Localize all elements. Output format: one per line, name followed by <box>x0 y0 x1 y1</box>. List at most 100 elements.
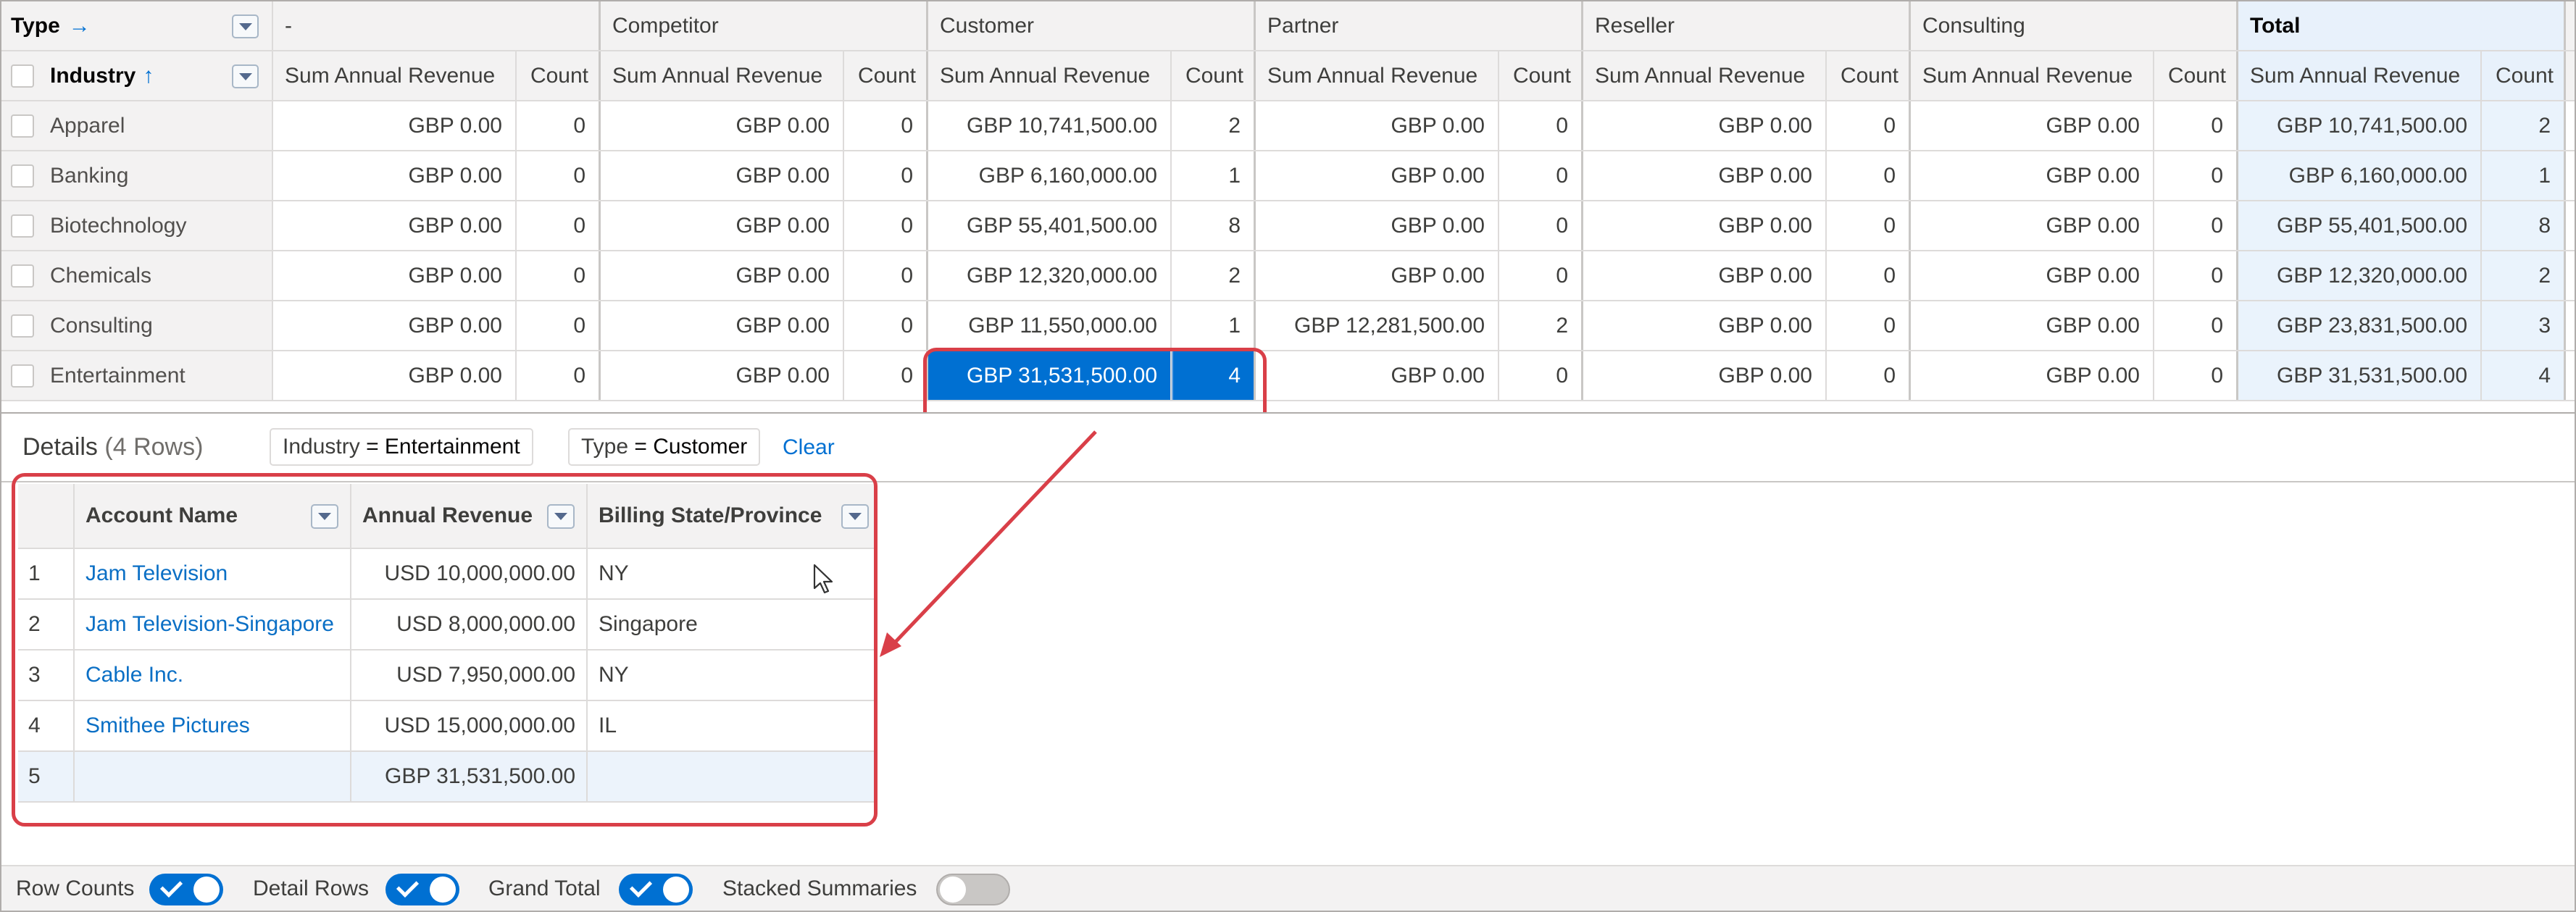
count-header[interactable]: Count <box>517 51 601 100</box>
row-checkbox[interactable] <box>11 264 34 288</box>
annual-revenue-column-header[interactable]: Annual Revenue <box>351 484 588 548</box>
count-cell[interactable]: 0 <box>1827 151 1911 200</box>
row-checkbox[interactable] <box>11 314 34 338</box>
count-cell[interactable]: 0 <box>517 301 601 350</box>
count-cell[interactable]: 2 <box>1172 101 1256 150</box>
row-counts-toggle[interactable] <box>149 874 223 905</box>
clear-filters-link[interactable]: Clear <box>783 435 835 460</box>
sum-cell[interactable]: GBP 0.00 <box>1583 201 1827 250</box>
sum-cell[interactable]: GBP 10,741,500.00 <box>928 101 1172 150</box>
count-cell[interactable]: 0 <box>517 351 601 400</box>
account-link[interactable]: Jam Television-Singapore <box>86 612 334 637</box>
filter-chip-type[interactable]: Type = Customer <box>568 428 761 466</box>
sum-cell[interactable]: GBP 11,550,000.00 <box>928 301 1172 350</box>
count-cell[interactable]: 0 <box>517 201 601 250</box>
count-cell[interactable]: 0 <box>1827 301 1911 350</box>
account-link[interactable]: Jam Television <box>86 561 228 586</box>
sum-cell[interactable]: GBP 6,160,000.00 <box>928 151 1172 200</box>
count-cell[interactable]: 0 <box>844 201 928 250</box>
count-cell[interactable]: 0 <box>2154 301 2238 350</box>
sum-cell[interactable]: GBP 0.00 <box>1911 301 2154 350</box>
count-cell[interactable]: 0 <box>2154 151 2238 200</box>
count-cell[interactable]: 0 <box>1827 251 1911 300</box>
count-cell[interactable]: 0 <box>844 251 928 300</box>
sum-cell[interactable]: GBP 0.00 <box>1256 351 1499 400</box>
row-header-biotechnology[interactable]: Biotechnology <box>1 201 273 250</box>
sum-cell[interactable]: GBP 0.00 <box>1256 101 1499 150</box>
sum-cell[interactable]: GBP 55,401,500.00 <box>2238 201 2482 250</box>
count-header[interactable]: Count <box>1827 51 1911 100</box>
industry-grouping-header[interactable]: Industry ↑ <box>1 51 273 100</box>
sum-cell[interactable]: GBP 0.00 <box>1583 251 1827 300</box>
sum-cell[interactable]: GBP 0.00 <box>273 101 517 150</box>
group-header-partner[interactable]: Partner <box>1256 1 1583 50</box>
count-header[interactable]: Count <box>2482 51 2566 100</box>
sum-cell[interactable]: GBP 0.00 <box>273 301 517 350</box>
sum-cell[interactable]: GBP 0.00 <box>601 251 844 300</box>
row-header-consulting[interactable]: Consulting <box>1 301 273 350</box>
sum-cell[interactable]: GBP 12,320,000.00 <box>928 251 1172 300</box>
sum-cell[interactable]: GBP 0.00 <box>1583 351 1827 400</box>
count-cell[interactable]: 0 <box>2154 351 2238 400</box>
count-cell[interactable]: 0 <box>1499 201 1583 250</box>
count-cell[interactable]: 0 <box>1827 201 1911 250</box>
sum-cell[interactable]: GBP 0.00 <box>601 201 844 250</box>
count-cell[interactable]: 1 <box>1172 301 1256 350</box>
sum-cell[interactable]: GBP 0.00 <box>1256 201 1499 250</box>
row-header-chemicals[interactable]: Chemicals <box>1 251 273 300</box>
sum-cell[interactable]: GBP 0.00 <box>273 251 517 300</box>
account-name-column-header[interactable]: Account Name <box>75 484 351 548</box>
group-header-competitor[interactable]: Competitor <box>601 1 928 50</box>
count-cell[interactable]: 0 <box>844 301 928 350</box>
count-cell[interactable]: 0 <box>2154 251 2238 300</box>
row-header-banking[interactable]: Banking <box>1 151 273 200</box>
count-cell[interactable]: 0 <box>1499 101 1583 150</box>
annual-revenue-filter-dropdown[interactable] <box>547 504 575 529</box>
count-cell[interactable]: 0 <box>1499 251 1583 300</box>
count-cell[interactable]: 4 <box>2482 351 2566 400</box>
sum-cell[interactable]: GBP 0.00 <box>273 351 517 400</box>
sum-cell[interactable]: GBP 0.00 <box>1911 101 2154 150</box>
sum-annual-revenue-header[interactable]: Sum Annual Revenue <box>1911 51 2154 100</box>
sum-cell[interactable]: GBP 0.00 <box>273 201 517 250</box>
count-cell[interactable]: 0 <box>844 101 928 150</box>
billing-state-filter-dropdown[interactable] <box>841 504 869 529</box>
count-cell[interactable]: 1 <box>2482 151 2566 200</box>
row-checkbox[interactable] <box>11 114 34 138</box>
sum-cell[interactable]: GBP 0.00 <box>601 351 844 400</box>
count-cell[interactable]: 2 <box>1499 301 1583 350</box>
detail-rows-toggle[interactable] <box>385 874 459 905</box>
count-cell[interactable]: 2 <box>2482 251 2566 300</box>
count-cell[interactable]: 2 <box>1172 251 1256 300</box>
count-cell[interactable]: 3 <box>2482 301 2566 350</box>
count-cell[interactable]: 0 <box>2154 101 2238 150</box>
type-grouping-header[interactable]: Type → <box>1 1 273 50</box>
sum-cell[interactable]: GBP 12,281,500.00 <box>1256 301 1499 350</box>
count-cell[interactable]: 0 <box>1499 151 1583 200</box>
sum-cell[interactable]: GBP 0.00 <box>1256 151 1499 200</box>
industry-filter-dropdown[interactable] <box>232 64 259 88</box>
count-header[interactable]: Count <box>1172 51 1256 100</box>
sum-cell[interactable]: GBP 0.00 <box>601 101 844 150</box>
count-cell[interactable]: 0 <box>1499 351 1583 400</box>
count-cell[interactable]: 0 <box>844 351 928 400</box>
sum-cell[interactable]: GBP 0.00 <box>1911 251 2154 300</box>
row-checkbox[interactable] <box>11 364 34 388</box>
group-header-consulting[interactable]: Consulting <box>1911 1 2238 50</box>
sum-annual-revenue-header[interactable]: Sum Annual Revenue <box>601 51 844 100</box>
count-cell[interactable]: 2 <box>2482 101 2566 150</box>
sum-cell[interactable]: GBP 0.00 <box>273 151 517 200</box>
sum-cell[interactable]: GBP 0.00 <box>601 301 844 350</box>
sum-cell[interactable]: GBP 10,741,500.00 <box>2238 101 2482 150</box>
sum-cell[interactable]: GBP 0.00 <box>1583 151 1827 200</box>
sum-annual-revenue-header[interactable]: Sum Annual Revenue <box>928 51 1172 100</box>
sum-cell[interactable]: GBP 0.00 <box>1583 301 1827 350</box>
count-header[interactable]: Count <box>844 51 928 100</box>
count-cell[interactable]: 0 <box>1827 351 1911 400</box>
count-cell[interactable]: 8 <box>2482 201 2566 250</box>
count-cell[interactable]: 0 <box>517 101 601 150</box>
select-all-checkbox[interactable] <box>11 64 34 88</box>
group-header-blank[interactable]: - <box>273 1 601 50</box>
group-header-customer[interactable]: Customer <box>928 1 1256 50</box>
billing-state-column-header[interactable]: Billing State/Province <box>588 484 875 548</box>
